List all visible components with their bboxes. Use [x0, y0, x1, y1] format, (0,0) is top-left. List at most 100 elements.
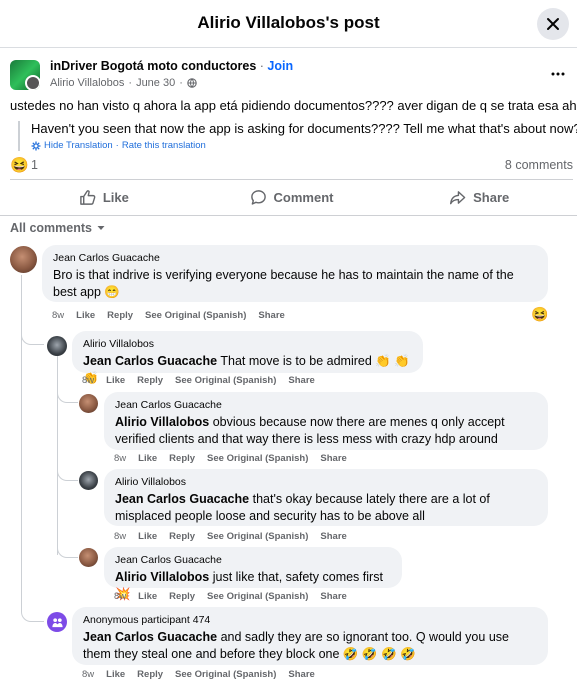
comment-time[interactable]: 8w [52, 310, 64, 321]
comment-like-button[interactable]: Like [106, 375, 125, 386]
comment-time[interactable]: 8w [114, 531, 126, 542]
share-arrow-icon [450, 191, 466, 205]
comment-actions: 8w Like Reply See Original (Spanish) Sha… [114, 531, 347, 542]
comment-reply-button[interactable]: Reply [107, 310, 133, 321]
chevron-down-icon [97, 226, 105, 230]
comment-like-button[interactable]: Like [138, 453, 157, 464]
comment-like-button[interactable]: Like [106, 669, 125, 680]
comment-reply-button[interactable]: Reply [137, 669, 163, 680]
group-avatar[interactable] [10, 60, 40, 90]
comment-like-button[interactable]: Like [138, 531, 157, 542]
comment-count[interactable]: 8 comments [505, 158, 573, 172]
comment-actions: 8w Like Reply See Original (Spanish) Sha… [82, 375, 315, 386]
comment-reply-button[interactable]: Reply [169, 453, 195, 464]
comment-time[interactable]: 8w [82, 669, 94, 680]
comment-reaction-icon[interactable]: 😆 [531, 306, 548, 323]
haha-reaction-icon[interactable]: 😆 [10, 156, 29, 174]
gear-icon [31, 141, 41, 150]
thread-connector [21, 595, 44, 622]
group-name-link[interactable]: inDriver Bogotá moto conductores [50, 59, 256, 73]
see-original-button[interactable]: See Original (Spanish) [145, 310, 246, 321]
comment-bubble: Jean Carlos Guacache Bro is that indrive… [42, 245, 548, 302]
see-original-button[interactable]: See Original (Spanish) [207, 591, 308, 602]
comment-button[interactable]: Comment [198, 180, 386, 215]
avatar[interactable] [47, 336, 67, 356]
comment-share-button[interactable]: Share [258, 310, 284, 321]
author-avatar[interactable] [25, 75, 40, 90]
anonymous-user-icon [51, 617, 63, 627]
close-button[interactable] [537, 8, 569, 40]
avatar[interactable] [79, 471, 98, 490]
comment-reply-button[interactable]: Reply [137, 375, 163, 386]
avatar[interactable] [79, 548, 98, 567]
mention-link[interactable]: Jean Carlos Guacache [83, 630, 217, 644]
avatar[interactable] [47, 612, 67, 632]
reaction-count[interactable]: 1 [31, 158, 38, 172]
dialog-title: Alirio Villalobos's post [197, 13, 380, 32]
comment-reply-button[interactable]: Reply [169, 531, 195, 542]
comment-author[interactable]: Alirio Villalobos [115, 476, 537, 489]
post-header: inDriver Bogotá moto conductores · Join … [10, 58, 570, 94]
comment-share-button[interactable]: Share [320, 453, 346, 464]
comment-reply-button[interactable]: Reply [169, 591, 195, 602]
join-link[interactable]: Join [267, 59, 293, 73]
comment-author[interactable]: Jean Carlos Guacache [115, 554, 391, 567]
thread-connector [57, 390, 78, 403]
rate-translation-link[interactable]: Rate this translation [122, 140, 206, 151]
thread-connector [21, 325, 44, 345]
mention-link[interactable]: Jean Carlos Guacache [115, 492, 249, 506]
avatar[interactable] [10, 246, 37, 273]
comment-actions: 8w Like Reply See Original (Spanish) Sha… [114, 453, 347, 464]
comment-actions: 8w Like Reply See Original (Spanish) Sha… [114, 591, 347, 602]
post-author-link[interactable]: Alirio Villalobos [50, 77, 124, 89]
dialog-header: Alirio Villalobos's post [0, 0, 577, 48]
comment-author[interactable]: Alirio Villalobos [83, 338, 412, 351]
comment-text: Jean Carlos Guacache and sadly they are … [83, 629, 537, 663]
post-date-link[interactable]: June 30 [136, 77, 175, 89]
comment-bubble-icon [250, 190, 266, 205]
share-button[interactable]: Share [385, 180, 573, 215]
more-options-button[interactable] [550, 66, 570, 82]
mention-link[interactable]: Alirio Villalobos [115, 570, 209, 584]
avatar[interactable] [79, 394, 98, 413]
see-original-button[interactable]: See Original (Spanish) [175, 375, 276, 386]
comment-share-button[interactable]: Share [288, 375, 314, 386]
comment-share-button[interactable]: Share [320, 591, 346, 602]
thread-connector [57, 545, 78, 558]
comment-time[interactable]: 8w [114, 591, 126, 602]
comments-filter-label: All comments [10, 221, 92, 235]
see-original-button[interactable]: See Original (Spanish) [207, 531, 308, 542]
comments-filter[interactable]: All comments [0, 215, 577, 240]
comment-author[interactable]: Jean Carlos Guacache [53, 252, 537, 265]
mention-link[interactable]: Jean Carlos Guacache [83, 354, 217, 368]
translation-links: Hide Translation · Rate this translation [31, 140, 573, 151]
comment-actions: 8w Like Reply See Original (Spanish) Sha… [52, 310, 285, 321]
thread-connector [57, 468, 78, 481]
comment-like-button[interactable]: Like [138, 591, 157, 602]
group-line: inDriver Bogotá moto conductores · Join [50, 59, 293, 73]
see-original-button[interactable]: See Original (Spanish) [175, 669, 276, 680]
separator-dot: · [259, 59, 264, 73]
comment-share-button[interactable]: Share [320, 531, 346, 542]
comment-like-button[interactable]: Like [76, 310, 95, 321]
close-icon [547, 18, 559, 30]
comment-author[interactable]: Anonymous participant 474 [83, 614, 537, 627]
comment-actions: 8w Like Reply See Original (Spanish) Sha… [82, 669, 315, 680]
comment-text: Jean Carlos Guacache that's okay because… [115, 491, 537, 525]
more-dots-icon [551, 72, 565, 76]
comment-bubble: Jean Carlos Guacache Alirio Villalobos o… [104, 392, 548, 450]
see-original-button[interactable]: See Original (Spanish) [207, 453, 308, 464]
like-button[interactable]: Like [10, 180, 198, 215]
comment-author[interactable]: Jean Carlos Guacache [115, 399, 537, 412]
comment-time[interactable]: 8w [114, 453, 126, 464]
post-meta: Alirio Villalobos · June 30 · [50, 77, 197, 89]
hide-translation-link[interactable]: Hide Translation [44, 140, 113, 151]
comment-time[interactable]: 8w [82, 375, 94, 386]
separator-dot: · [179, 77, 183, 89]
post-text: ustedes no han visto q ahora la app etá … [10, 98, 577, 113]
mention-link[interactable]: Alirio Villalobos [115, 415, 209, 429]
comment-text: Bro is that indrive is verifying everyon… [53, 268, 514, 299]
share-label: Share [473, 190, 510, 205]
post-action-bar: Like Comment Share [10, 179, 573, 215]
comment-share-button[interactable]: Share [288, 669, 314, 680]
